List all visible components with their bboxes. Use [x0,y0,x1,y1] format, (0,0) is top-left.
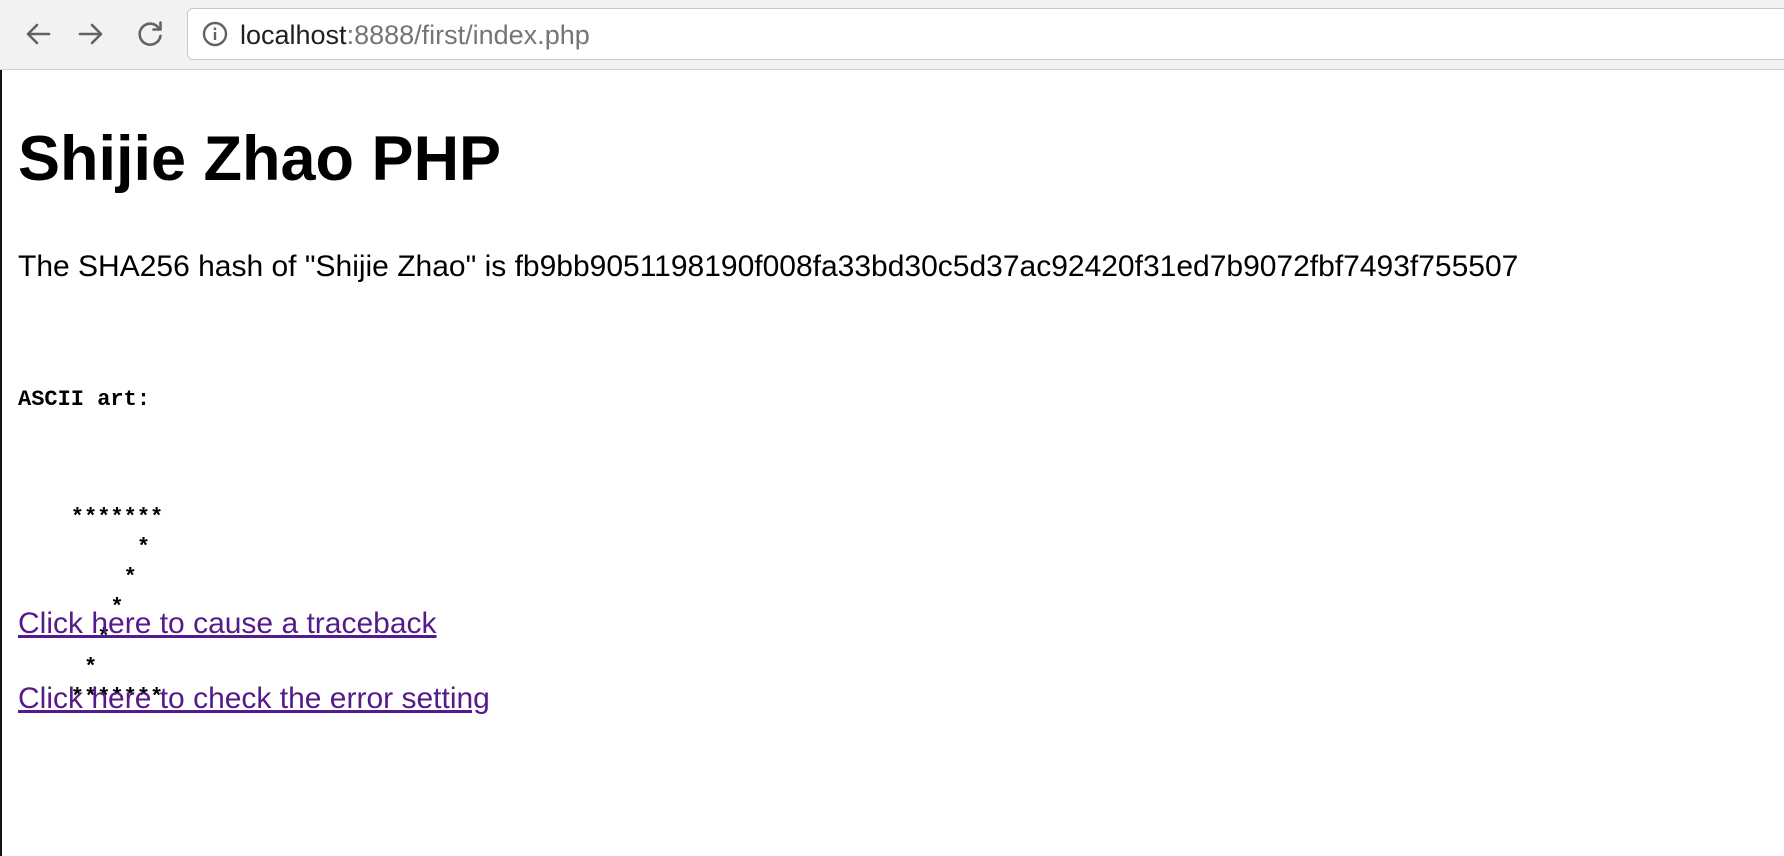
browser-toolbar: localhost:8888/first/index.php [0,0,1784,70]
page-title: Shijie Zhao PHP [18,124,502,194]
forward-arrow-icon [78,23,103,45]
info-icon[interactable] [202,21,228,47]
forward-button[interactable] [71,14,111,54]
url-host: localhost [240,20,347,50]
browser-window: localhost:8888/first/index.php Shijie Zh… [0,0,1784,856]
reload-button[interactable] [130,14,170,54]
back-button[interactable] [18,14,58,54]
page-content: Shijie Zhao PHP The SHA256 hash of "Shij… [0,70,1784,856]
error-setting-link[interactable]: Click here to check the error setting [18,681,490,717]
traceback-link[interactable]: Click here to cause a traceback [18,606,437,642]
address-bar[interactable]: localhost:8888/first/index.php [187,8,1784,60]
url-text[interactable]: localhost:8888/first/index.php [240,20,590,50]
ascii-art-label: ASCII art: [18,387,151,412]
reload-icon [138,21,162,46]
hash-paragraph: The SHA256 hash of "Shijie Zhao" is fb9b… [18,250,1519,283]
url-path: :8888/first/index.php [346,20,590,50]
back-arrow-icon [26,23,51,45]
